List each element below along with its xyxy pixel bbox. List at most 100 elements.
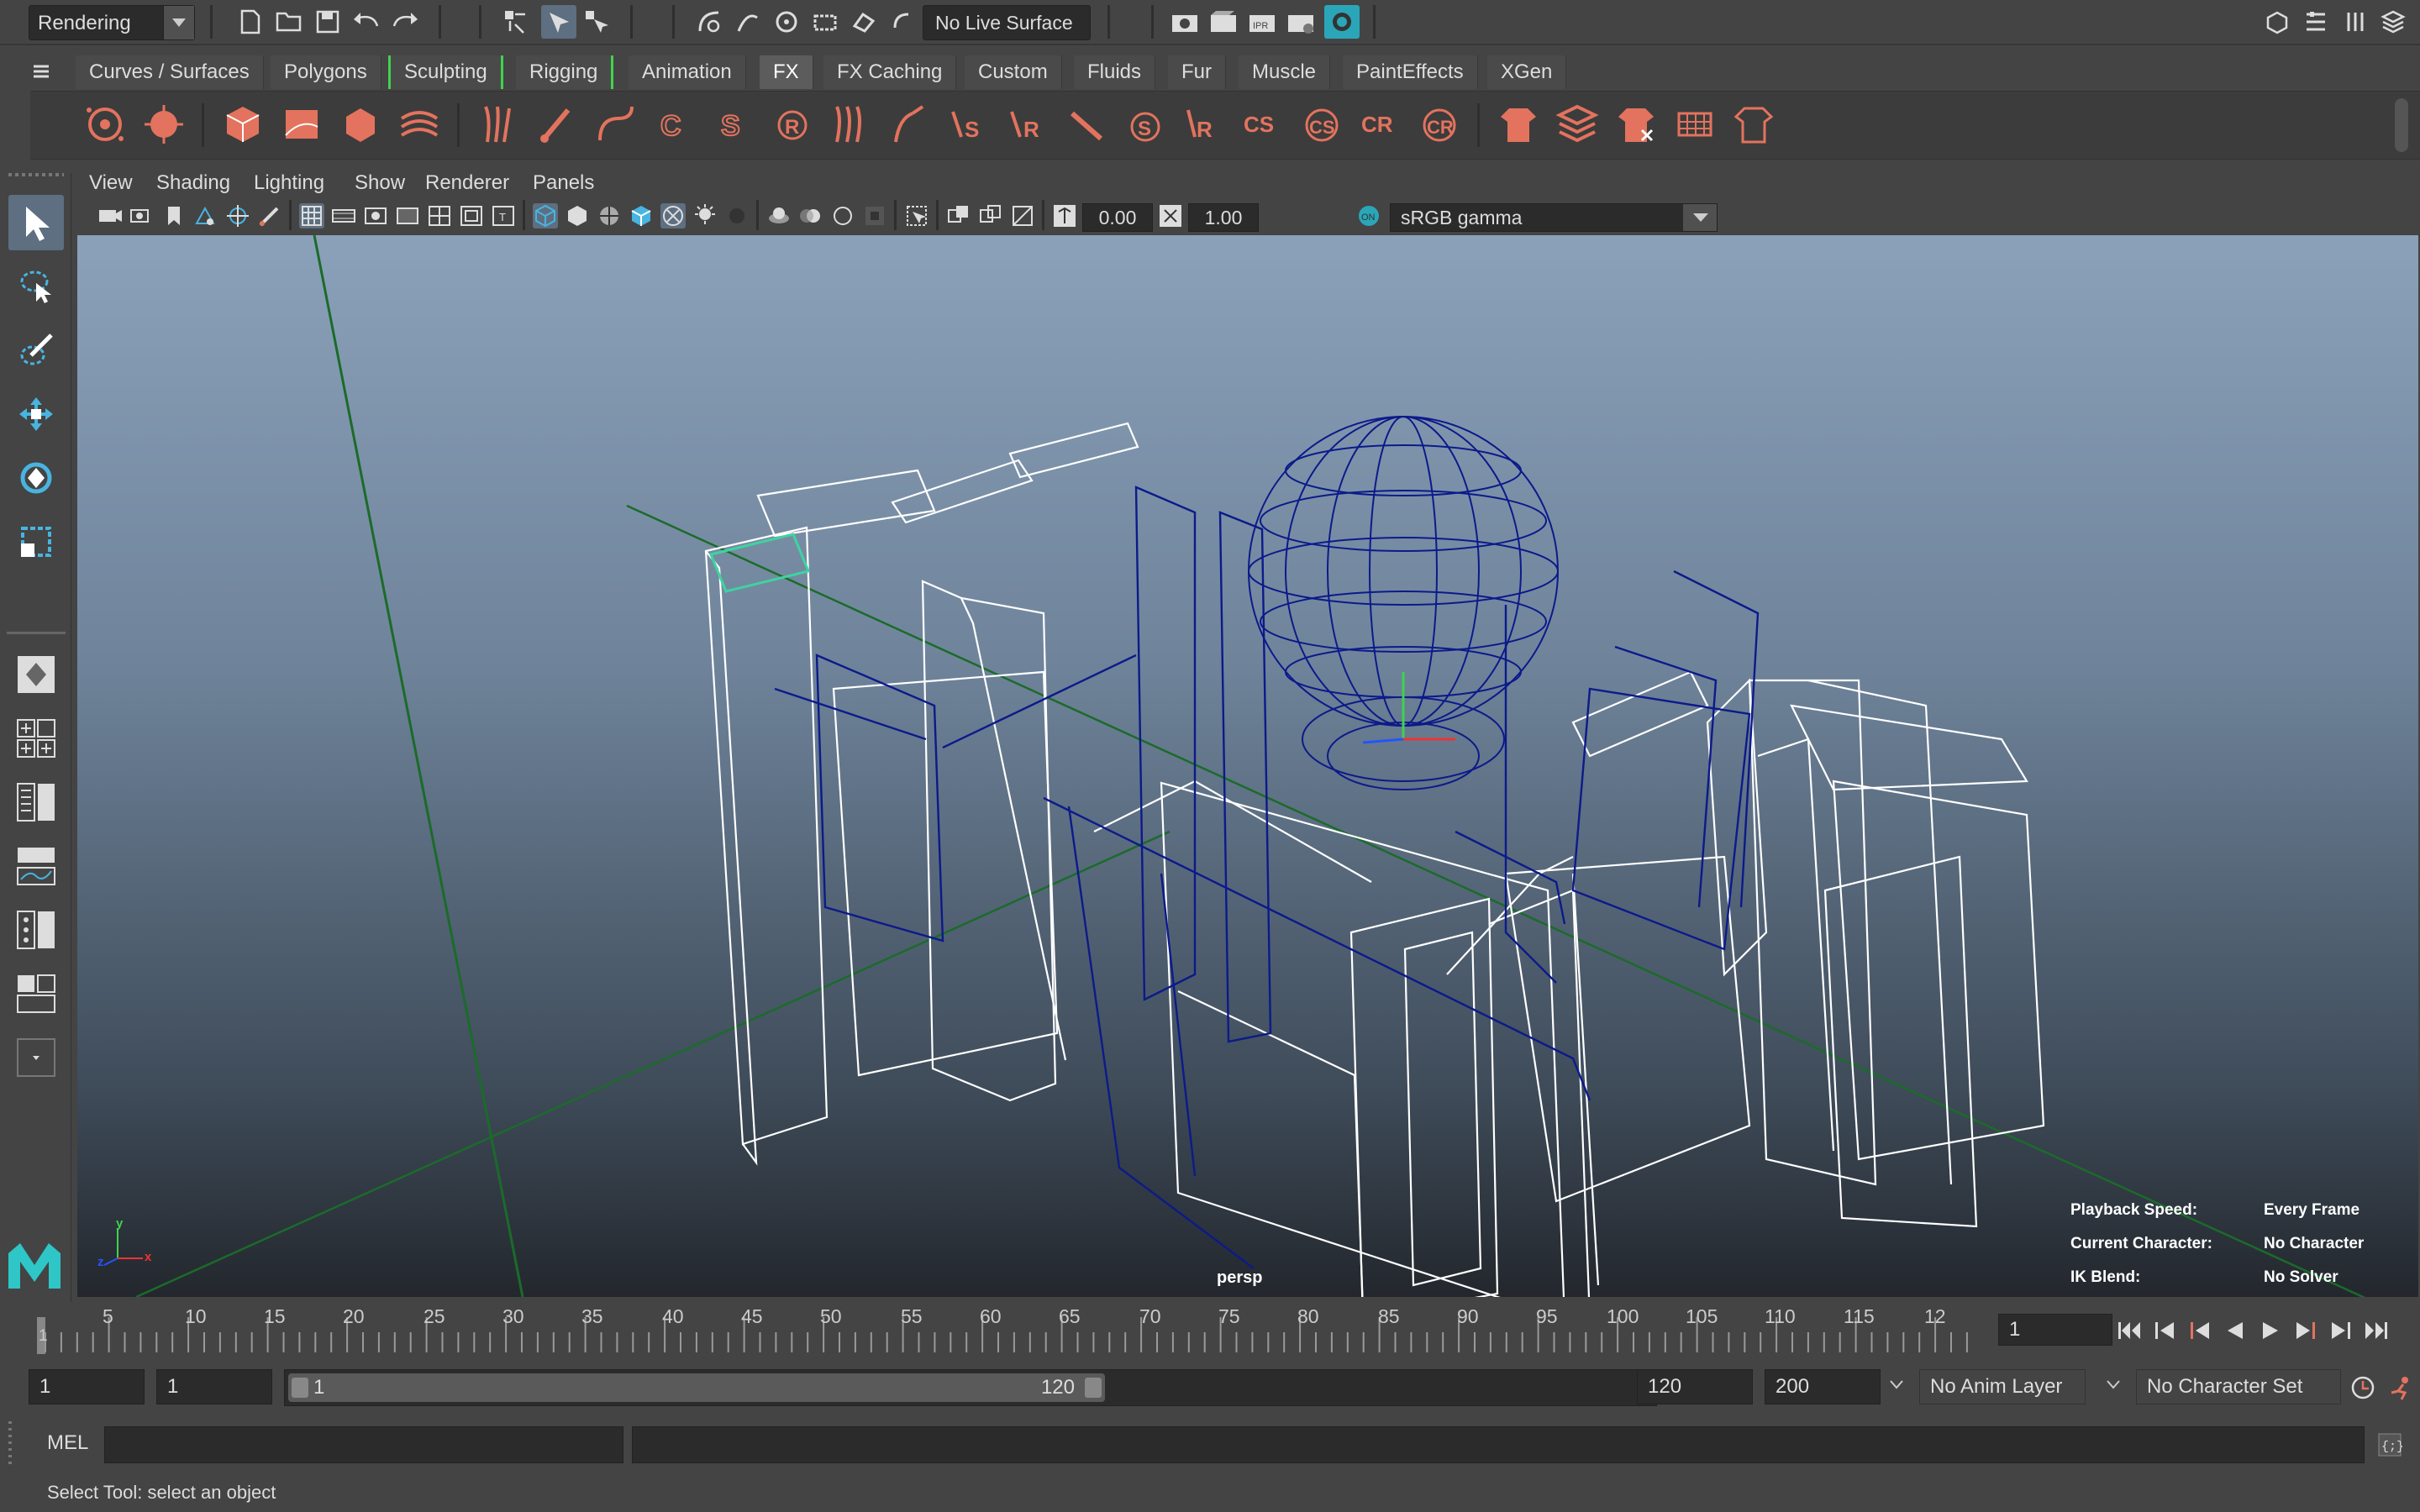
range-end-handle[interactable] [1085,1378,1102,1398]
motion-blur-icon[interactable] [798,203,823,228]
menu-shading[interactable]: Shading [156,171,230,195]
fluid-2d-icon[interactable] [279,102,324,147]
menu-lighting[interactable]: Lighting [254,171,324,195]
color-management-icon[interactable]: ON [1356,203,1381,228]
tab-xgen[interactable]: XGen [1487,55,1567,89]
snap-grid-icon[interactable] [694,7,724,37]
character-set-dropdown[interactable]: No Character Set [2136,1369,2341,1404]
depth-of-field-icon[interactable] [862,203,887,228]
fluid-emitter-icon[interactable] [338,102,383,147]
command-line-handle[interactable] [8,1421,12,1465]
gate-mask-icon[interactable] [395,203,420,228]
smooth-shade-icon[interactable] [565,203,590,228]
two-d-pan-zoom-icon[interactable] [225,203,250,228]
create-ncloth-icon[interactable] [1496,102,1541,147]
tab-custom[interactable]: Custom [965,55,1062,89]
snap-point-icon[interactable] [771,7,802,37]
command-input[interactable] [104,1426,623,1463]
shelf-menu-icon[interactable] [32,62,50,81]
snap-together-icon[interactable] [887,7,918,37]
tab-fur[interactable]: Fur [1168,55,1226,89]
view-transform-dropdown[interactable]: sRGB gamma [1390,203,1718,232]
time-slider[interactable]: 1 5 10 15 20 25 30 35 40 45 50 55 60 65 … [29,1304,2420,1359]
tab-fluids[interactable]: Fluids [1074,55,1156,89]
ocean-icon[interactable] [397,102,442,147]
xray-active-icon[interactable] [978,203,1003,228]
chevron-down-icon[interactable] [1889,1379,1904,1395]
exposure-field[interactable]: 0.00 [1082,203,1153,232]
single-perspective-layout-icon[interactable] [8,647,64,702]
menu-set-dropdown[interactable]: Rendering [29,5,195,40]
ncache-cs-icon[interactable]: CS [1240,102,1286,147]
step-back-frame-icon[interactable] [2149,1315,2180,1346]
paint-hair-icon[interactable] [534,102,580,147]
ncache-cr-icon[interactable]: CR [1358,102,1403,147]
nhair-icon[interactable] [829,102,874,147]
chevron-down-icon[interactable] [2106,1379,2121,1395]
open-scene-icon[interactable] [274,7,304,37]
nconstraint-r-icon[interactable]: R [1005,102,1050,147]
step-forward-frame-icon[interactable] [2326,1315,2356,1346]
nconstraint-s2-icon[interactable]: S [1123,102,1168,147]
scale-tool[interactable] [8,514,64,570]
tab-fx[interactable]: FX [760,55,813,89]
tab-animation[interactable]: Animation [629,55,746,89]
tab-rigging[interactable]: Rigging [516,55,614,89]
curve-dynamic-icon[interactable] [593,102,639,147]
menu-view[interactable]: View [89,171,133,195]
snap-view-plane-icon[interactable] [810,7,840,37]
ncache-cs2-icon[interactable]: CS [1299,102,1344,147]
menu-show[interactable]: Show [355,171,405,195]
save-scene-icon[interactable] [313,7,343,37]
nconstraint-r2-icon[interactable]: R [1181,102,1227,147]
tab-fx-caching[interactable]: FX Caching [823,55,957,89]
textured-icon[interactable] [629,203,654,228]
make-live-icon[interactable] [849,7,879,37]
ncloth-cache-icon[interactable] [1555,102,1600,147]
tab-painteffects[interactable]: PaintEffects [1343,55,1478,89]
passive-collider-icon[interactable]: R [770,102,815,147]
perspective-viewport[interactable]: y x z persp Playback Speed: Every Frame … [77,235,2418,1297]
camera-icon[interactable] [97,203,123,228]
film-gate-icon[interactable] [331,203,356,228]
playback-end-field[interactable]: 120 [1637,1369,1753,1404]
start-time-field[interactable]: 1 [29,1369,145,1404]
tool-settings-icon[interactable] [2339,7,2370,37]
tab-curves-surfaces[interactable]: Curves / Surfaces [76,55,264,89]
camera-attributes-icon[interactable] [129,203,155,228]
ncurve-icon[interactable] [887,102,933,147]
grid-icon[interactable] [299,203,324,228]
hypershade-layout-icon[interactable] [8,966,64,1021]
safe-action-icon[interactable] [459,203,484,228]
modeling-toolkit-icon[interactable] [2262,7,2292,37]
tab-muscle[interactable]: Muscle [1239,55,1331,89]
wireframe-icon[interactable] [533,203,558,228]
snap-curve-icon[interactable] [733,7,763,37]
play-backwards-icon[interactable] [2220,1315,2250,1346]
anti-aliasing-icon[interactable] [830,203,855,228]
script-editor-icon[interactable]: {;} [2375,1430,2405,1460]
select-tool[interactable] [8,195,64,250]
remove-ncloth-icon[interactable] [1613,102,1659,147]
current-frame-field[interactable]: 1 [1998,1314,2112,1346]
shelf-scrollbar[interactable] [2395,98,2408,152]
ipr-render-icon[interactable]: IPR [1247,7,1277,37]
range-slider-handle[interactable]: 1 120 [288,1373,1105,1402]
select-component-icon[interactable] [581,7,612,37]
hypershade-icon[interactable] [1324,5,1360,39]
wireframe-on-shaded-icon[interactable] [597,203,622,228]
end-time-field[interactable]: 200 [1765,1369,1881,1404]
backface-culling-icon[interactable] [1010,203,1035,228]
render-settings-icon[interactable] [1286,7,1316,37]
field-chart-icon[interactable] [427,203,452,228]
ncloth-outline-icon[interactable] [1731,102,1776,147]
gamma-icon[interactable] [1158,203,1183,228]
live-surface-field[interactable]: No Live Surface [923,5,1091,40]
screen-space-ao-icon[interactable] [766,203,792,228]
four-view-layout-icon[interactable] [8,711,64,766]
go-to-start-icon[interactable] [2114,1315,2144,1346]
xray-icon[interactable] [660,203,686,228]
chevron-down-icon[interactable] [1683,204,1717,231]
step-forward-key-icon[interactable] [2291,1315,2321,1346]
range-start-handle[interactable] [292,1378,308,1398]
